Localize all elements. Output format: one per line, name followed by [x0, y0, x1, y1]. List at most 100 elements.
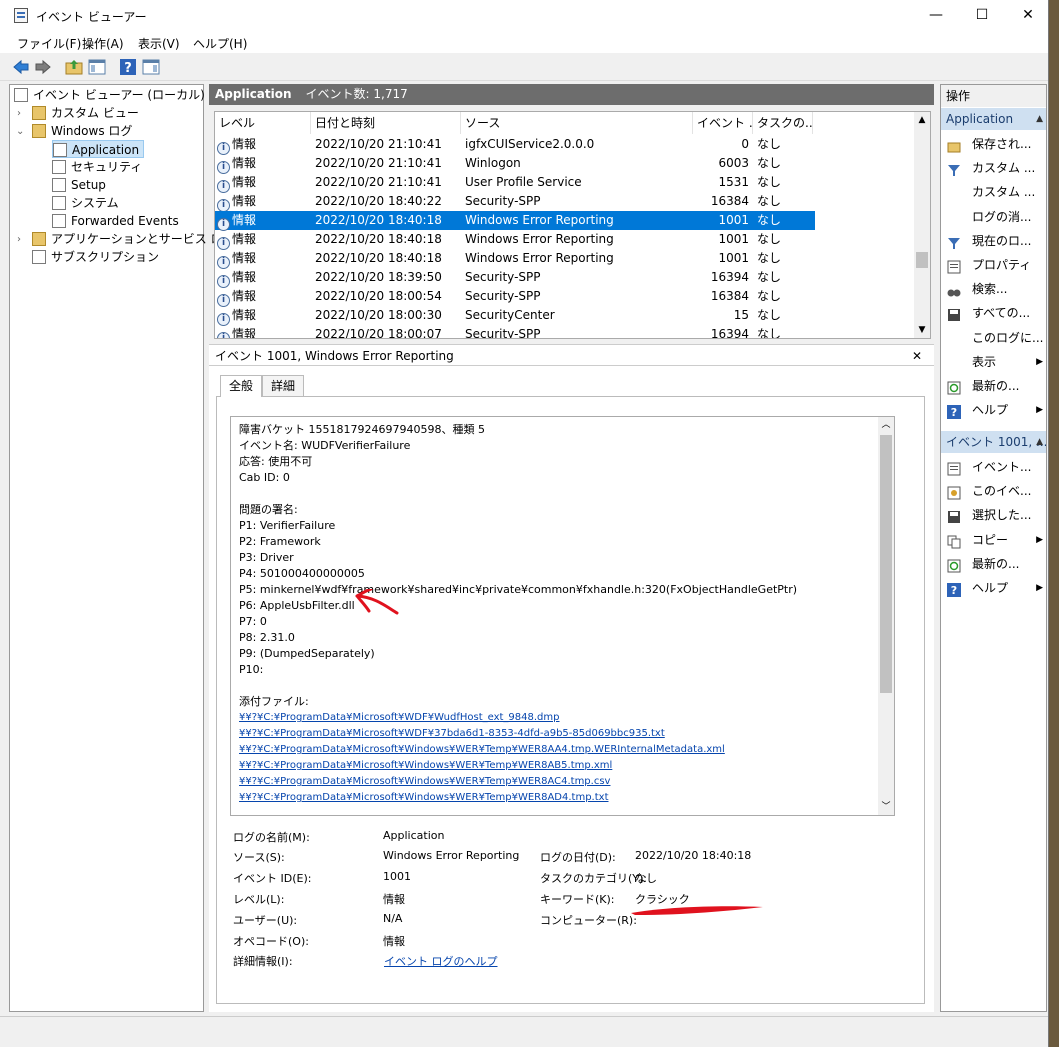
attachment-link[interactable]: ¥¥?¥C:¥ProgramData¥Microsoft¥WDF¥WudfHos…: [239, 710, 560, 726]
tree-security[interactable]: セキュリティ: [52, 158, 142, 176]
close-button[interactable]: ✕: [1005, 0, 1048, 31]
table-row[interactable]: i 情報 2022/10/20 21:10:41 igfxCUIService2.0.…: [215, 135, 815, 155]
action-item[interactable]: ? ヘルプ ▶: [941, 398, 1046, 422]
action-item[interactable]: 現在のロ...: [941, 229, 1046, 253]
tree-root[interactable]: イベント ビューアー (ローカル): [14, 86, 205, 104]
column-task[interactable]: タスクの...: [753, 112, 813, 134]
tab-details[interactable]: 詳細: [262, 375, 305, 396]
row-source: Security-SPP: [465, 289, 541, 303]
table-row[interactable]: i 情報 2022/10/20 18:40:18 Windows Error Repo…: [215, 249, 815, 269]
up-folder-icon[interactable]: [65, 58, 83, 76]
action-label: このイベ...: [972, 484, 1032, 499]
tree-apps-services-logs[interactable]: アプリケーションとサービス ログ: [32, 230, 235, 248]
action-item[interactable]: 表示 ▶: [941, 350, 1046, 374]
table-row[interactable]: i 情報 2022/10/20 21:10:41 User Profile Servi…: [215, 173, 815, 193]
action-item[interactable]: 検索...: [941, 277, 1046, 301]
action-item[interactable]: カスタム ...: [941, 180, 1046, 204]
table-row[interactable]: i 情報 2022/10/20 18:40:18 Windows Error Repo…: [215, 230, 815, 250]
action-item[interactable]: このイベ...: [941, 479, 1046, 503]
event-list-scrollbar[interactable]: ▲ ▼: [914, 112, 930, 338]
description-scrollbar[interactable]: ︿ ﹀: [878, 417, 894, 815]
logged-label: ログの日付(D):: [540, 851, 616, 864]
column-event-id[interactable]: イベント ...: [693, 112, 753, 134]
tab-general[interactable]: 全般: [220, 375, 263, 397]
task-category-value: なし: [635, 872, 657, 885]
collapse-chevron-icon[interactable]: ⌄: [16, 126, 24, 137]
table-row[interactable]: i 情報 2022/10/20 18:00:30 SecurityCenter 15 なし: [215, 306, 815, 326]
table-row[interactable]: i 情報 2022/10/20 18:00:07 Security-SPP 16394 な…: [215, 325, 815, 338]
action-item[interactable]: すべての...: [941, 301, 1046, 325]
expand-chevron-icon[interactable]: ›: [17, 108, 21, 119]
menu-help[interactable]: ヘルプ(H): [193, 35, 247, 52]
action-label: コピー: [972, 532, 1009, 547]
action-item[interactable]: このログに...: [941, 326, 1046, 350]
tree-custom-views[interactable]: カスタム ビュー: [32, 104, 139, 122]
maximize-button[interactable]: ☐: [959, 0, 1005, 31]
action-item[interactable]: ? ヘルプ ▶: [941, 576, 1046, 600]
menu-action[interactable]: 操作(A): [82, 35, 124, 52]
action-label: 保存され...: [972, 137, 1032, 151]
attachment-link[interactable]: ¥¥?¥C:¥ProgramData¥Microsoft¥Windows¥WER…: [239, 742, 725, 758]
action-item[interactable]: 最新の...: [941, 374, 1046, 398]
menu-view[interactable]: 表示(V): [138, 35, 180, 52]
table-row[interactable]: i 情報 2022/10/20 21:10:41 Winlogon 6003 なし: [215, 154, 815, 174]
action-item[interactable]: プロパティ: [941, 253, 1046, 277]
back-arrow-icon[interactable]: [12, 58, 30, 76]
tree-system[interactable]: システム: [52, 194, 119, 212]
help-icon[interactable]: ?: [119, 58, 137, 76]
tree-application[interactable]: Application: [52, 140, 145, 158]
table-row[interactable]: i 情報 2022/10/20 18:00:54 Security-SPP 16384 な…: [215, 287, 815, 307]
table-row[interactable]: i 情報 2022/10/20 18:40:22 Security-SPP 16384 な…: [215, 192, 815, 212]
row-id: 16384: [710, 194, 749, 208]
expand-chevron-icon[interactable]: ›: [17, 234, 21, 245]
event-viewer-window: イベント ビューアー — ☐ ✕ ファイル(F) 操作(A) 表示(V) ヘルプ…: [0, 0, 1049, 1047]
action-item[interactable]: 最新の...: [941, 552, 1046, 576]
row-date: 2022/10/20 18:00:54: [315, 289, 442, 303]
action-label: ヘルプ: [972, 403, 1009, 418]
tree-windows-logs[interactable]: Windows ログ: [32, 122, 132, 140]
description-line: P5: minkernel¥wdf¥framework¥shared¥inc¥p…: [239, 583, 798, 596]
table-row[interactable]: i 情報 2022/10/20 18:39:50 Security-SPP 16394 な…: [215, 268, 815, 288]
show-hide-tree-icon[interactable]: [88, 58, 106, 76]
open-folder-icon: [947, 137, 961, 153]
description-line: P4: 501000400000005: [239, 567, 365, 580]
description-line: 応答: 使用不可: [239, 455, 313, 468]
event-viewer-icon: [14, 88, 28, 102]
tree-subscriptions[interactable]: サブスクリプション: [32, 248, 159, 266]
attachment-link[interactable]: ¥¥?¥C:¥ProgramData¥Microsoft¥Windows¥WER…: [239, 790, 609, 806]
row-level: 情報: [232, 270, 257, 284]
menu-file[interactable]: ファイル(F): [17, 35, 81, 52]
row-level: 情報: [232, 175, 257, 189]
action-item[interactable]: 保存され...: [941, 132, 1046, 156]
forward-arrow-icon[interactable]: [34, 58, 52, 76]
computer-label: コンピューター(R):: [540, 914, 637, 927]
action-item[interactable]: 選択した...: [941, 503, 1046, 527]
row-source: igfxCUIService2.0.0.0: [465, 137, 595, 151]
action-label: カスタム ...: [972, 185, 1036, 200]
tree-forwarded-events[interactable]: Forwarded Events: [52, 212, 179, 230]
column-date[interactable]: 日付と時刻: [311, 112, 461, 134]
action-item[interactable]: イベント...: [941, 455, 1046, 479]
table-row[interactable]: i 情報 2022/10/20 18:40:18 Windows Error Repo…: [215, 211, 815, 231]
row-task: なし: [757, 251, 782, 265]
close-detail-icon[interactable]: ✕: [912, 345, 922, 367]
action-item[interactable]: ログの消...: [941, 205, 1046, 229]
attachment-link[interactable]: ¥¥?¥C:¥ProgramData¥Microsoft¥Windows¥WER…: [239, 774, 610, 790]
description-line: 添付ファイル:: [239, 695, 309, 708]
minimize-button[interactable]: —: [913, 0, 959, 31]
collapse-up-icon[interactable]: ▲: [1036, 431, 1043, 453]
actions-section-application[interactable]: Application ▲: [941, 108, 1046, 130]
column-level[interactable]: レベル: [215, 112, 311, 134]
row-level: 情報: [232, 308, 257, 322]
column-source[interactable]: ソース: [461, 112, 693, 134]
attachment-link[interactable]: ¥¥?¥C:¥ProgramData¥Microsoft¥WDF¥37bda6d…: [239, 726, 665, 742]
event-log-help-link[interactable]: イベント ログのヘルプ: [384, 953, 498, 969]
attachment-link[interactable]: ¥¥?¥C:¥ProgramData¥Microsoft¥Windows¥WER…: [239, 758, 612, 774]
folder-icon: [32, 124, 46, 138]
actions-section-event[interactable]: イベント 1001, ... ▲: [941, 431, 1046, 453]
show-hide-action-pane-icon[interactable]: [142, 58, 160, 76]
action-item[interactable]: カスタム ...: [941, 156, 1046, 180]
collapse-up-icon[interactable]: ▲: [1036, 108, 1043, 130]
action-item[interactable]: コピー ▶: [941, 528, 1046, 552]
tree-setup[interactable]: Setup: [52, 176, 106, 194]
